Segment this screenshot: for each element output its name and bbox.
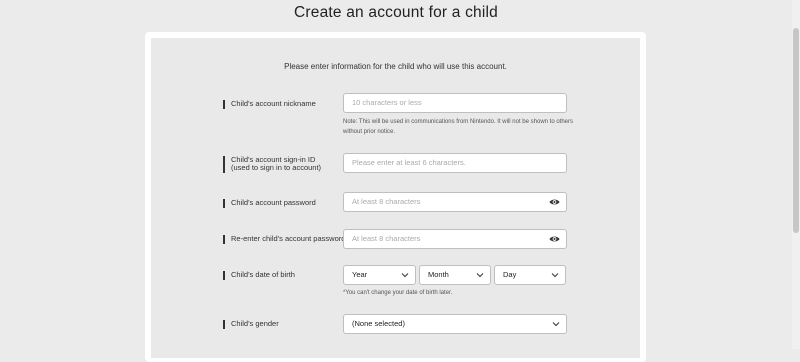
- password-label: Child's account password: [223, 199, 316, 208]
- birth-day-select[interactable]: Day: [494, 265, 566, 285]
- birth-date-label: Child's date of birth: [223, 271, 295, 280]
- password-confirm-placeholder: At least 8 characters: [352, 234, 421, 243]
- password-confirm-label: Re-enter child's account password: [223, 235, 345, 244]
- chevron-down-icon: [552, 322, 560, 327]
- page-title: Create an account for a child: [294, 4, 498, 21]
- nickname-placeholder: 10 characters or less: [352, 98, 422, 107]
- chevron-down-icon: [476, 273, 484, 278]
- gender-select[interactable]: (None selected): [343, 314, 567, 334]
- gender-value: (None selected): [352, 319, 405, 328]
- show-password-confirm-eye-icon[interactable]: [549, 235, 560, 243]
- nickname-note: Note: This will be used in communication…: [343, 119, 573, 135]
- chevron-down-icon: [401, 273, 409, 278]
- password-placeholder: At least 8 characters: [352, 197, 421, 206]
- chevron-down-icon: [551, 273, 559, 278]
- signin-id-input[interactable]: Please enter at least 6 characters.: [343, 153, 567, 173]
- signin-id-label: Child's account sign-in ID (used to sign…: [223, 156, 322, 173]
- birth-year-value: Year: [352, 270, 368, 279]
- password-confirm-input[interactable]: At least 8 characters: [343, 229, 567, 249]
- nickname-input[interactable]: 10 characters or less: [343, 93, 567, 113]
- show-password-eye-icon[interactable]: [549, 198, 560, 206]
- birth-month-value: Month: [428, 270, 449, 279]
- scrollbar[interactable]: [792, 0, 800, 349]
- scrollbar-thumb[interactable]: [793, 28, 799, 233]
- birth-date-note: *You can't change your date of birth lat…: [343, 290, 453, 296]
- form-intro: Please enter information for the child w…: [284, 62, 507, 71]
- nickname-label: Child's account nickname: [223, 100, 316, 109]
- password-input[interactable]: At least 8 characters: [343, 192, 567, 212]
- birth-day-value: Day: [503, 270, 517, 279]
- birth-year-select[interactable]: Year: [343, 265, 416, 285]
- birth-month-select[interactable]: Month: [419, 265, 491, 285]
- signin-id-placeholder: Please enter at least 6 characters.: [352, 158, 466, 167]
- signin-id-label-line2: (used to sign in to account): [231, 163, 322, 172]
- gender-label: Child's gender: [223, 320, 279, 329]
